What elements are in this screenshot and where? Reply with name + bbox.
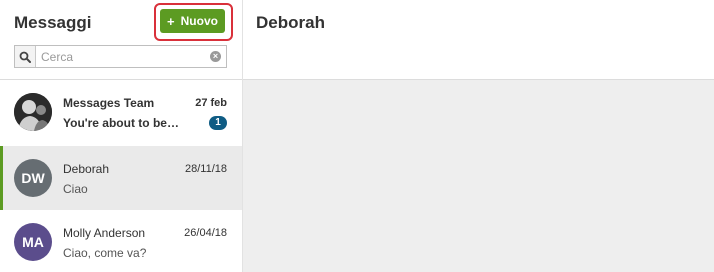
conversation-header: Deborah — [243, 0, 714, 80]
conversation-date: 28/11/18 — [184, 163, 227, 175]
conversation-title: Deborah — [256, 13, 325, 32]
new-message-button[interactable]: + Nuovo — [160, 9, 225, 33]
conversation-item-molly-anderson[interactable]: MA Molly Anderson Ciao, come va? 26/04/1… — [0, 210, 242, 272]
conversation-preview: Ciao — [63, 182, 88, 196]
avatar: MA — [14, 223, 52, 261]
search-input[interactable] — [36, 47, 210, 66]
conversation-preview: You're about to be… — [63, 116, 179, 130]
conversation-date: 27 feb — [195, 97, 227, 109]
avatar — [14, 93, 52, 131]
search-box: × — [14, 45, 227, 68]
conversation-name: Molly Anderson — [63, 226, 146, 240]
conversation-sidebar: Messaggi + Nuovo × — [0, 0, 243, 272]
conversation-name: Deborah — [63, 162, 110, 176]
clear-icon[interactable]: × — [210, 51, 221, 62]
sidebar-header: Messaggi + Nuovo × — [0, 0, 242, 80]
avatar: DW — [14, 159, 52, 197]
new-button-label: Nuovo — [180, 14, 218, 28]
search-icon[interactable] — [15, 46, 36, 67]
unread-badge: 1 — [209, 116, 227, 130]
conversation-item-deborah[interactable]: DW Deborah Ciao 28/11/18 — [0, 146, 242, 210]
conversation-name: Messages Team — [63, 96, 155, 110]
conversation-item-messages-team[interactable]: Messages Team You're about to be… 27 feb… — [0, 80, 242, 144]
conversation-date: 26/04/18 — [184, 227, 227, 239]
sidebar-title: Messaggi — [14, 13, 92, 32]
plus-icon: + — [167, 13, 175, 29]
conversation-body — [243, 80, 714, 272]
conversation-preview: Ciao, come va? — [63, 246, 147, 260]
